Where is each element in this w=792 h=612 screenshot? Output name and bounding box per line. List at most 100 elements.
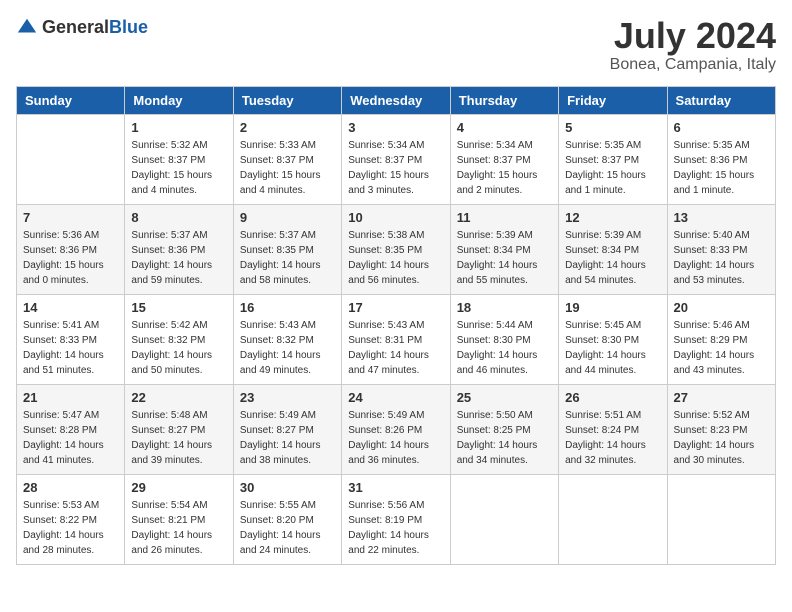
day-number: 30 — [240, 480, 335, 495]
calendar-cell: 23 Sunrise: 5:49 AMSunset: 8:27 PMDayligh… — [233, 384, 341, 474]
day-info: Sunrise: 5:49 AMSunset: 8:27 PMDaylight:… — [240, 408, 335, 468]
calendar-cell: 15 Sunrise: 5:42 AMSunset: 8:32 PMDayligh… — [125, 294, 233, 384]
day-number: 22 — [131, 390, 226, 405]
month-title: July 2024 — [610, 16, 776, 56]
day-number: 10 — [348, 210, 443, 225]
logo: GeneralBlue — [16, 16, 148, 38]
calendar-cell: 11Sunrise: 5:39 AMSunset: 8:34 PMDayligh… — [450, 204, 558, 294]
day-number: 2 — [240, 120, 335, 135]
day-number: 3 — [348, 120, 443, 135]
day-info: Sunrise: 5:35 AMSunset: 8:36 PMDaylight:… — [674, 138, 769, 198]
day-info: Sunrise: 5:44 AMSunset: 8:30 PMDaylight:… — [457, 318, 552, 378]
calendar-table: SundayMondayTuesdayWednesdayThursdayFrid… — [16, 86, 776, 565]
calendar-week-row: 21Sunrise: 5:47 AMSunset: 8:28 PMDayligh… — [17, 384, 776, 474]
calendar-week-row: 14 Sunrise: 5:41 AMSunset: 8:33 PMDayligh… — [17, 294, 776, 384]
day-number: 15 — [131, 300, 226, 315]
day-number: 12 — [565, 210, 660, 225]
weekday-header: Friday — [559, 86, 667, 114]
day-number: 18 — [457, 300, 552, 315]
day-info: Sunrise: 5:48 AMSunset: 8:27 PMDaylight:… — [131, 408, 226, 468]
day-number: 1 — [131, 120, 226, 135]
day-info: Sunrise: 5:33 AMSunset: 8:37 PMDaylight:… — [240, 138, 335, 198]
calendar-cell: 21Sunrise: 5:47 AMSunset: 8:28 PMDayligh… — [17, 384, 125, 474]
day-number: 20 — [674, 300, 769, 315]
calendar-cell: 2 Sunrise: 5:33 AMSunset: 8:37 PMDaylight… — [233, 114, 341, 204]
calendar-cell: 22 Sunrise: 5:48 AMSunset: 8:27 PMDayligh… — [125, 384, 233, 474]
calendar-cell: 10 Sunrise: 5:38 AMSunset: 8:35 PMDayligh… — [342, 204, 450, 294]
calendar-cell: 24 Sunrise: 5:49 AMSunset: 8:26 PMDayligh… — [342, 384, 450, 474]
weekday-header: Tuesday — [233, 86, 341, 114]
calendar-cell: 20Sunrise: 5:46 AMSunset: 8:29 PMDayligh… — [667, 294, 775, 384]
day-info: Sunrise: 5:39 AMSunset: 8:34 PMDaylight:… — [457, 228, 552, 288]
day-number: 19 — [565, 300, 660, 315]
weekday-header: Saturday — [667, 86, 775, 114]
day-info: Sunrise: 5:34 AMSunset: 8:37 PMDaylight:… — [457, 138, 552, 198]
calendar-cell: 30 Sunrise: 5:55 AMSunset: 8:20 PMDayligh… — [233, 474, 341, 564]
calendar-cell: 27 Sunrise: 5:52 AMSunset: 8:23 PMDayligh… — [667, 384, 775, 474]
calendar-cell: 7 Sunrise: 5:36 AMSunset: 8:36 PMDaylight… — [17, 204, 125, 294]
calendar-week-row: 1 Sunrise: 5:32 AMSunset: 8:37 PMDaylight… — [17, 114, 776, 204]
calendar-cell: 4 Sunrise: 5:34 AMSunset: 8:37 PMDaylight… — [450, 114, 558, 204]
calendar-cell — [667, 474, 775, 564]
day-info: Sunrise: 5:52 AMSunset: 8:23 PMDaylight:… — [674, 408, 769, 468]
weekday-header: Wednesday — [342, 86, 450, 114]
day-number: 27 — [674, 390, 769, 405]
calendar-cell: 18 Sunrise: 5:44 AMSunset: 8:30 PMDayligh… — [450, 294, 558, 384]
day-number: 14 — [23, 300, 118, 315]
calendar-cell: 3 Sunrise: 5:34 AMSunset: 8:37 PMDaylight… — [342, 114, 450, 204]
calendar-cell: 19 Sunrise: 5:45 AMSunset: 8:30 PMDayligh… — [559, 294, 667, 384]
day-number: 28 — [23, 480, 118, 495]
weekday-header: Sunday — [17, 86, 125, 114]
day-number: 31 — [348, 480, 443, 495]
day-info: Sunrise: 5:43 AMSunset: 8:31 PMDaylight:… — [348, 318, 443, 378]
day-number: 26 — [565, 390, 660, 405]
title-block: July 2024 Bonea, Campania, Italy — [610, 16, 776, 74]
calendar-cell: 26 Sunrise: 5:51 AMSunset: 8:24 PMDayligh… — [559, 384, 667, 474]
logo-text: GeneralBlue — [42, 17, 148, 38]
day-info: Sunrise: 5:40 AMSunset: 8:33 PMDaylight:… — [674, 228, 769, 288]
calendar-cell — [450, 474, 558, 564]
day-number: 21 — [23, 390, 118, 405]
calendar-cell: 1 Sunrise: 5:32 AMSunset: 8:37 PMDaylight… — [125, 114, 233, 204]
calendar-cell: 25 Sunrise: 5:50 AMSunset: 8:25 PMDayligh… — [450, 384, 558, 474]
calendar-cell — [17, 114, 125, 204]
day-number: 17 — [348, 300, 443, 315]
day-info: Sunrise: 5:45 AMSunset: 8:30 PMDaylight:… — [565, 318, 660, 378]
calendar-cell: 28 Sunrise: 5:53 AMSunset: 8:22 PMDayligh… — [17, 474, 125, 564]
calendar-cell: 13 Sunrise: 5:40 AMSunset: 8:33 PMDayligh… — [667, 204, 775, 294]
day-info: Sunrise: 5:55 AMSunset: 8:20 PMDaylight:… — [240, 498, 335, 558]
day-info: Sunrise: 5:42 AMSunset: 8:32 PMDaylight:… — [131, 318, 226, 378]
day-number: 9 — [240, 210, 335, 225]
day-info: Sunrise: 5:51 AMSunset: 8:24 PMDaylight:… — [565, 408, 660, 468]
day-number: 13 — [674, 210, 769, 225]
day-number: 16 — [240, 300, 335, 315]
day-number: 25 — [457, 390, 552, 405]
calendar-cell: 5Sunrise: 5:35 AMSunset: 8:37 PMDaylight… — [559, 114, 667, 204]
day-number: 23 — [240, 390, 335, 405]
day-info: Sunrise: 5:37 AMSunset: 8:35 PMDaylight:… — [240, 228, 335, 288]
calendar-header-row: SundayMondayTuesdayWednesdayThursdayFrid… — [17, 86, 776, 114]
day-number: 24 — [348, 390, 443, 405]
calendar-cell: 16Sunrise: 5:43 AMSunset: 8:32 PMDayligh… — [233, 294, 341, 384]
day-info: Sunrise: 5:49 AMSunset: 8:26 PMDaylight:… — [348, 408, 443, 468]
day-info: Sunrise: 5:36 AMSunset: 8:36 PMDaylight:… — [23, 228, 118, 288]
logo-icon — [16, 16, 38, 38]
day-info: Sunrise: 5:50 AMSunset: 8:25 PMDaylight:… — [457, 408, 552, 468]
day-number: 7 — [23, 210, 118, 225]
calendar-cell: 9 Sunrise: 5:37 AMSunset: 8:35 PMDaylight… — [233, 204, 341, 294]
day-info: Sunrise: 5:34 AMSunset: 8:37 PMDaylight:… — [348, 138, 443, 198]
calendar-cell: 8Sunrise: 5:37 AMSunset: 8:36 PMDaylight… — [125, 204, 233, 294]
weekday-header: Thursday — [450, 86, 558, 114]
day-info: Sunrise: 5:37 AMSunset: 8:36 PMDaylight:… — [131, 228, 226, 288]
day-info: Sunrise: 5:35 AMSunset: 8:37 PMDaylight:… — [565, 138, 660, 198]
day-number: 4 — [457, 120, 552, 135]
day-info: Sunrise: 5:56 AMSunset: 8:19 PMDaylight:… — [348, 498, 443, 558]
day-info: Sunrise: 5:41 AMSunset: 8:33 PMDaylight:… — [23, 318, 118, 378]
calendar-cell: 12Sunrise: 5:39 AMSunset: 8:34 PMDayligh… — [559, 204, 667, 294]
day-info: Sunrise: 5:38 AMSunset: 8:35 PMDaylight:… — [348, 228, 443, 288]
day-info: Sunrise: 5:32 AMSunset: 8:37 PMDaylight:… — [131, 138, 226, 198]
location-title: Bonea, Campania, Italy — [610, 56, 776, 74]
calendar-cell: 14 Sunrise: 5:41 AMSunset: 8:33 PMDayligh… — [17, 294, 125, 384]
weekday-header: Monday — [125, 86, 233, 114]
day-info: Sunrise: 5:53 AMSunset: 8:22 PMDaylight:… — [23, 498, 118, 558]
